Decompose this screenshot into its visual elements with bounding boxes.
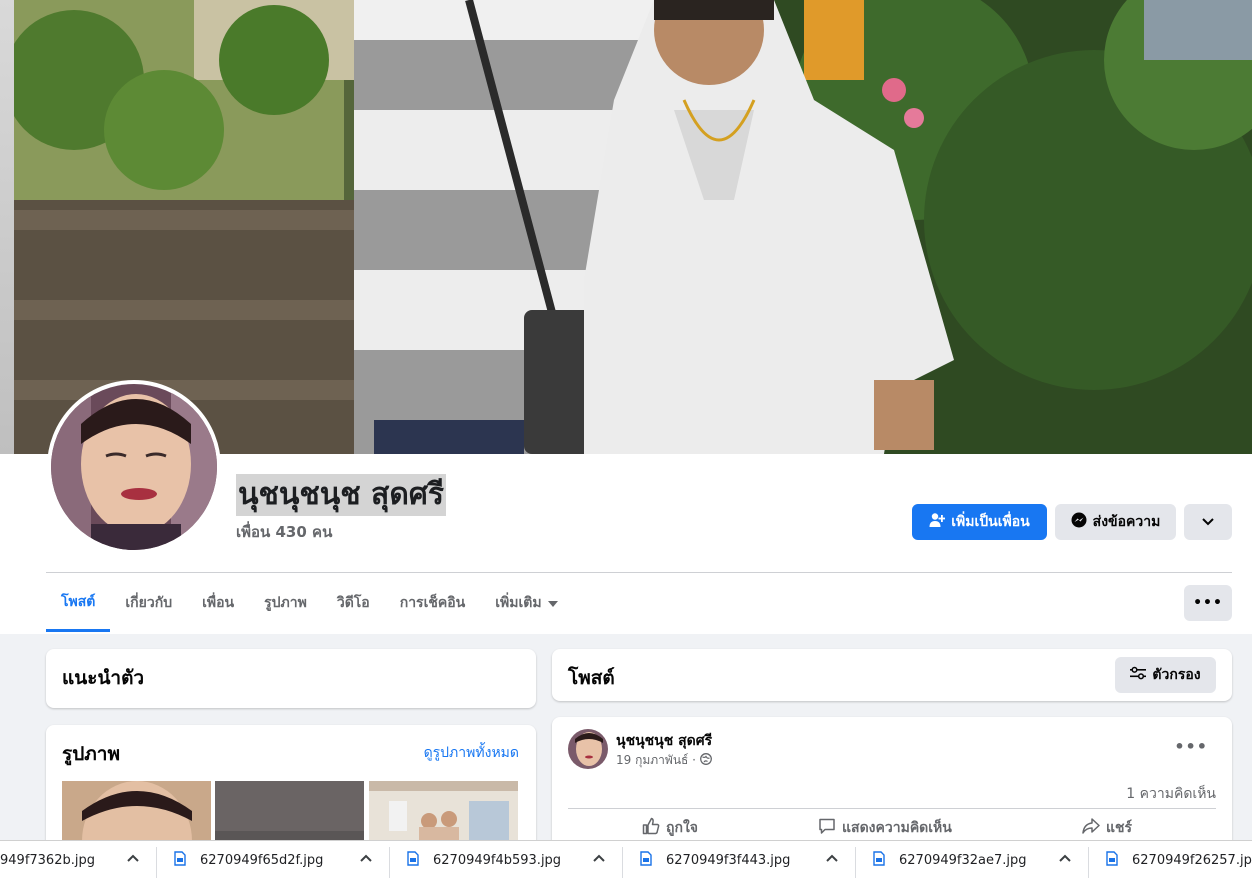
tab-about[interactable]: เกี่ยวกับ: [110, 574, 187, 632]
download-options-button[interactable]: [360, 851, 372, 866]
tab-posts-label: โพสต์: [61, 593, 96, 610]
post-author-name[interactable]: นุชนุชนุช สุดศรี: [616, 730, 712, 752]
download-item[interactable]: 6270949f32ae7.jpg: [873, 841, 1027, 878]
download-options-button[interactable]: [127, 851, 139, 866]
comment-label: แสดงความคิดเห็น: [842, 820, 952, 836]
intro-title: แนะนำตัว: [62, 667, 145, 689]
file-icon: [1106, 850, 1118, 870]
download-separator: [855, 847, 856, 878]
download-filename: 6270949f4b593.jpg: [433, 852, 562, 868]
chevron-up-icon: [360, 854, 372, 862]
download-separator: [156, 847, 157, 878]
ellipsis-icon: •••: [1193, 595, 1223, 611]
filter-button[interactable]: ตัวกรอง: [1115, 657, 1216, 693]
file-icon: [407, 850, 419, 870]
tab-about-label: เกี่ยวกับ: [125, 595, 173, 611]
like-button[interactable]: ถูกใจ: [642, 817, 698, 839]
intro-card: แนะนำตัว: [46, 649, 536, 708]
tab-friends-label: เพื่อน: [202, 595, 235, 611]
download-separator: [1088, 847, 1089, 878]
tab-photos[interactable]: รูปภาพ: [249, 574, 322, 632]
tab-videos[interactable]: วิดีโอ: [322, 574, 385, 632]
post-divider: [568, 808, 1216, 809]
cover-photo[interactable]: [14, 0, 1252, 454]
ellipsis-icon: •••: [1174, 737, 1208, 756]
download-item[interactable]: 6270949f3f443.jpg: [640, 841, 790, 878]
thumbs-up-icon: [642, 817, 660, 839]
profile-avatar[interactable]: [47, 380, 221, 554]
tab-photos-label: รูปภาพ: [264, 595, 307, 611]
post-date[interactable]: 19 กุมภาพันธ์ ·: [616, 751, 696, 770]
filter-label: ตัวกรอง: [1152, 667, 1201, 683]
share-label: แชร์: [1106, 820, 1133, 836]
download-item[interactable]: 6270949f65d2f.jpg: [174, 841, 323, 878]
profile-header: นุชนุชนุช สุดศรี เพื่อน 430 คน เพิ่มเป็น…: [0, 0, 1252, 634]
comment-button[interactable]: แสดงความคิดเห็น: [818, 817, 952, 839]
download-separator: [389, 847, 390, 878]
message-button[interactable]: ส่งข้อความ: [1055, 504, 1176, 540]
add-friend-button[interactable]: เพิ่มเป็นเพื่อน: [912, 504, 1047, 540]
tab-more[interactable]: เพิ่มเติม: [480, 574, 572, 632]
download-item[interactable]: 6270949f26257.jpg: [1106, 841, 1252, 878]
comment-icon: [818, 817, 836, 839]
download-filename: 6270949f65d2f.jpg: [200, 852, 324, 868]
tab-checkins-label: การเช็คอิน: [399, 595, 466, 611]
profile-tabs: โพสต์ เกี่ยวกับ เพื่อน รูปภาพ วิดีโอ การ…: [46, 574, 573, 634]
download-filename: 949f7362b.jpg: [0, 852, 95, 868]
posts-title: โพสต์: [568, 667, 615, 689]
file-icon: [873, 850, 885, 870]
cover-photo-image: [14, 0, 1252, 454]
tab-friends[interactable]: เพื่อน: [187, 574, 249, 632]
messenger-icon: [1071, 512, 1087, 532]
chevron-down-icon: [1202, 514, 1214, 530]
scroll-edge: [0, 0, 14, 454]
header-divider: [46, 572, 1232, 573]
profile-name: นุชนุชนุช สุดศรี: [236, 474, 447, 516]
comment-count[interactable]: 1 ความคิดเห็น: [1126, 783, 1216, 805]
profile-more-button[interactable]: [1184, 504, 1232, 540]
globe-icon: [700, 753, 712, 768]
filter-icon: [1130, 666, 1147, 684]
download-filename: 6270949f26257.jpg: [1132, 852, 1252, 868]
chevron-up-icon: [127, 854, 139, 862]
tab-more-label: เพิ่มเติม: [495, 595, 542, 611]
chevron-up-icon: [1059, 854, 1071, 862]
avatar-image: [51, 384, 217, 550]
tabs-overflow-button[interactable]: •••: [1184, 585, 1232, 621]
photos-title: รูปภาพ: [62, 743, 120, 765]
post-options-button[interactable]: •••: [1174, 737, 1208, 756]
chevron-up-icon: [826, 854, 838, 862]
add-friend-label: เพิ่มเป็นเพื่อน: [951, 514, 1030, 530]
download-item[interactable]: 949f7362b.jpg: [0, 841, 95, 878]
download-options-button[interactable]: [1059, 851, 1071, 866]
file-icon: [640, 850, 652, 870]
see-all-photos-link[interactable]: ดูรูปภาพทั้งหมด: [424, 742, 519, 764]
download-options-button[interactable]: [826, 851, 838, 866]
friend-count[interactable]: เพื่อน 430 คน: [236, 520, 332, 544]
post-meta: 19 กุมภาพันธ์ ·: [616, 751, 712, 770]
download-item[interactable]: 6270949f4b593.jpg: [407, 841, 561, 878]
download-separator: [622, 847, 623, 878]
chevron-up-icon: [593, 854, 605, 862]
posts-header-card: โพสต์ ตัวกรอง: [552, 649, 1232, 701]
file-icon: [174, 850, 186, 870]
tab-videos-label: วิดีโอ: [336, 595, 370, 611]
add-person-icon: [929, 512, 946, 532]
post-author-avatar[interactable]: [568, 729, 608, 769]
like-label: ถูกใจ: [666, 820, 698, 836]
caret-down-icon: [547, 595, 558, 611]
download-filename: 6270949f32ae7.jpg: [899, 852, 1027, 868]
downloads-bar: 949f7362b.jpg 6270949f65d2f.jpg 6270949f…: [0, 840, 1252, 878]
download-options-button[interactable]: [593, 851, 605, 866]
share-icon: [1082, 817, 1100, 839]
download-filename: 6270949f3f443.jpg: [666, 852, 791, 868]
share-button[interactable]: แชร์: [1082, 817, 1132, 839]
tab-checkins[interactable]: การเช็คอิน: [385, 574, 481, 632]
message-label: ส่งข้อความ: [1092, 514, 1161, 530]
tab-posts[interactable]: โพสต์: [46, 574, 111, 632]
